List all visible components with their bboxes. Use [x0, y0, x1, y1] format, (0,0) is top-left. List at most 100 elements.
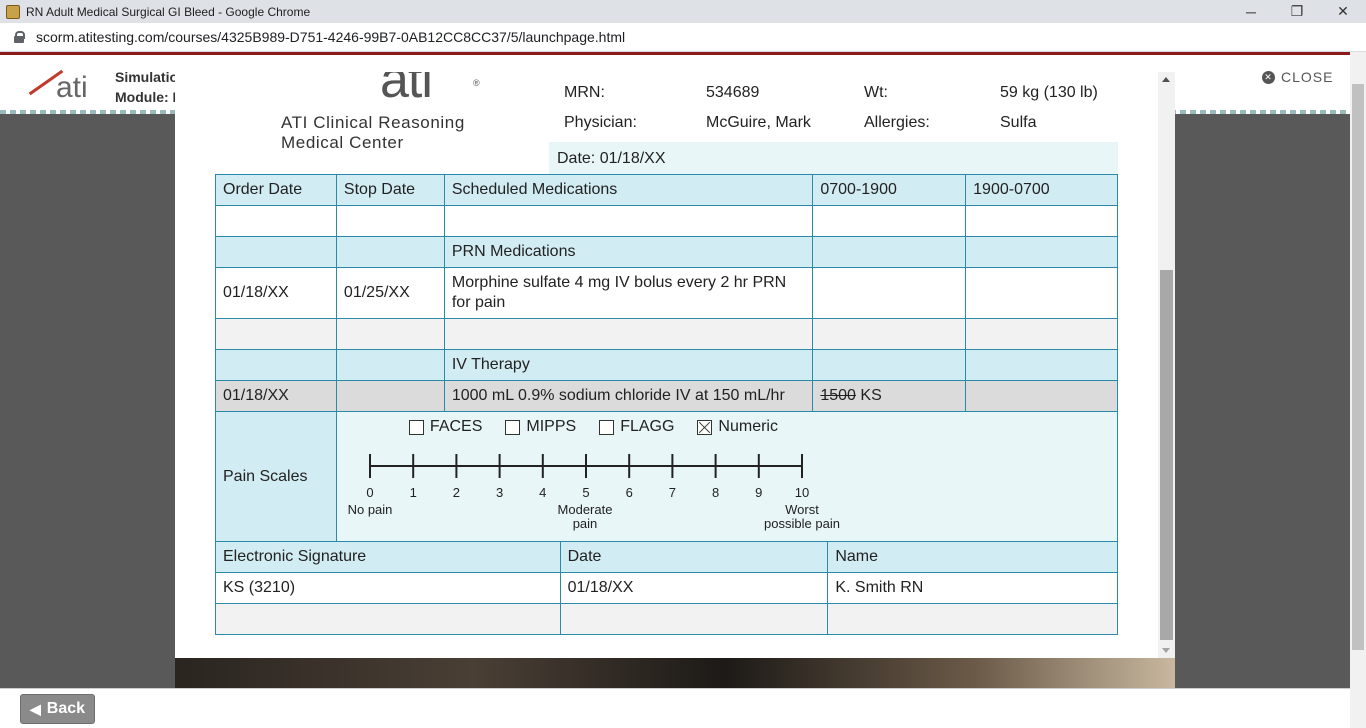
scale-tick-label: 9 [755, 485, 762, 500]
restore-button[interactable]: ❐ [1274, 0, 1320, 23]
scale-tick-label: 2 [453, 485, 460, 500]
mar-table: Order Date Stop Date Scheduled Medicatio… [215, 174, 1119, 543]
table-row [215, 603, 1118, 635]
anchor-no-pain: No pain [348, 502, 393, 517]
scale-option-flagg[interactable]: FLAGG [599, 418, 674, 436]
window-title: RN Adult Medical Surgical GI Bleed - Goo… [26, 4, 311, 19]
modal-scroll-thumb[interactable] [1160, 270, 1173, 640]
mrn-label: MRN: [564, 84, 605, 101]
sig-header-date: Date [559, 541, 829, 573]
sig-initials: KS (3210) [215, 572, 561, 604]
anchor-possible-pain: possible pain [764, 516, 840, 531]
physician-value: McGuire, Mark [706, 114, 811, 131]
scale-tick-label: 10 [795, 485, 809, 500]
ati-logo: ati [22, 65, 94, 109]
scale-tick-label: 8 [712, 485, 719, 500]
back-label: Back [46, 700, 86, 717]
site-favicon-icon [6, 4, 20, 19]
sig-date: 01/18/XX [559, 572, 829, 604]
scale-tick-label: 7 [669, 485, 676, 500]
address-bar[interactable]: scorm.atitesting.com/courses/4325B989-D7… [0, 23, 1366, 52]
allergies-value: Sulfa [1000, 114, 1037, 131]
url-text[interactable]: scorm.atitesting.com/courses/4325B989-D7… [36, 29, 625, 45]
prn-stop-date: 01/25/XX [335, 267, 445, 319]
scale-tick-label: 0 [366, 485, 373, 500]
signature-header-row: Electronic Signature Date Name [215, 541, 1118, 573]
table-row [215, 205, 1118, 237]
flagg-checkbox[interactable] [599, 419, 615, 435]
prn-order-date: 01/18/XX [215, 267, 337, 319]
iv-therapy: 1000 mL 0.9% sodium chloride IV at 150 m… [443, 380, 814, 412]
simulation-label: Simulatio [115, 69, 179, 85]
lock-icon [14, 31, 25, 43]
scale-option-mipps[interactable]: MIPPS [505, 418, 576, 436]
anchor-worst: Worst [785, 502, 819, 517]
close-label: CLOSE [1281, 69, 1334, 85]
scale-option-numeric[interactable]: Numeric [697, 418, 778, 436]
mar-modal: ati ® ATI Clinical Reasoning Medical Cen… [175, 72, 1175, 658]
faces-checkbox[interactable] [408, 419, 424, 435]
sig-name: K. Smith RN [827, 572, 1118, 604]
modal-scrollbar[interactable] [1158, 72, 1175, 658]
close-button[interactable]: ✕ CLOSE [1262, 69, 1333, 85]
table-header-row: Order Date Stop Date Scheduled Medicatio… [215, 174, 1118, 206]
iv-heading: IV Therapy [443, 349, 814, 381]
browser-titlebar: RN Adult Medical Surgical GI Bleed - Goo… [0, 0, 1366, 23]
table-row: 01/18/XX 1000 mL 0.9% sodium chloride IV… [215, 380, 1118, 412]
minimize-button[interactable]: ─ [1228, 0, 1274, 23]
prn-medication: Morphine sulfate 4 mg IV bolus every 2 h… [443, 267, 814, 319]
page-scroll-thumb[interactable] [1352, 84, 1364, 650]
iv-administration: 1500 KS [812, 380, 967, 412]
scale-tick-label: 5 [582, 485, 589, 500]
iv-initials: KS [860, 387, 882, 404]
signature-table: Electronic Signature Date Name KS (3210)… [215, 541, 1118, 635]
numeric-pain-scale: 0 1 2 3 4 5 6 7 8 9 10 No pain Moderate pain Worst… [348, 454, 840, 531]
center-name: ATI Clinical Reasoning Medical Center [281, 113, 465, 152]
iv-order-date: 01/18/XX [215, 380, 337, 412]
scale-tick-label: 1 [410, 485, 417, 500]
physician-label: Physician: [564, 114, 637, 131]
prn-heading-row: PRN Medications [215, 236, 1118, 268]
patient-info: MRN: 534689 Wt: 59 kg (130 lb) Physician… [549, 72, 1118, 142]
allergies-label: Allergies: [864, 114, 930, 131]
header-scheduled-medications: Scheduled Medications [443, 174, 814, 206]
numeric-checkbox[interactable] [697, 419, 713, 435]
pain-scales-label: Pain Scales [215, 411, 337, 543]
header-day-shift: 0700-1900 [812, 174, 967, 206]
mipps-checkbox[interactable] [505, 419, 521, 435]
table-row [215, 318, 1118, 350]
mrn-value: 534689 [706, 84, 760, 101]
prn-heading: PRN Medications [443, 236, 814, 268]
close-icon: ✕ [1262, 70, 1275, 84]
scale-option-faces[interactable]: FACES [408, 418, 482, 436]
wt-value: 59 kg (130 lb) [1000, 84, 1098, 101]
scale-tick-label: 4 [539, 485, 546, 500]
sig-header-signature: Electronic Signature [215, 541, 561, 573]
scale-tick-label: 6 [626, 485, 633, 500]
iv-heading-row: IV Therapy [215, 349, 1118, 381]
anchor-pain: pain [573, 516, 598, 531]
sig-header-name: Name [827, 541, 1118, 573]
scroll-down-icon[interactable] [1162, 648, 1170, 653]
header-night-shift: 1900-0700 [965, 174, 1118, 206]
pain-scales-row: Pain Scales FACES MIPPS FLAGG Numeric 0 … [215, 411, 1119, 543]
anchor-moderate: Moderate [557, 502, 612, 517]
header-order-date: Order Date [215, 174, 337, 206]
scroll-up-icon[interactable] [1162, 77, 1170, 82]
scale-tick-label: 3 [496, 485, 503, 500]
pain-scales-cell: FACES MIPPS FLAGG Numeric 0 1 2 3 4 5 6 … [335, 411, 1119, 543]
bottom-bar: ◀ Back [0, 688, 1350, 728]
chevron-left-icon: ◀ [29, 700, 41, 717]
back-button[interactable]: ◀ Back [20, 694, 95, 724]
page-scrollbar[interactable] [1350, 52, 1366, 728]
wt-label: Wt: [864, 84, 888, 101]
table-row: 01/18/XX 01/25/XX Morphine sulfate 4 mg … [215, 267, 1118, 319]
window-close-button[interactable]: ✕ [1320, 0, 1366, 23]
ati-center-logo: ati ® [280, 72, 480, 109]
table-row: KS (3210) 01/18/XX K. Smith RN [215, 572, 1118, 604]
header-stop-date: Stop Date [335, 174, 445, 206]
module-label: Module: I [115, 89, 177, 105]
mar-date: Date: 01/18/XX [549, 142, 1118, 174]
background-photo [175, 656, 1175, 688]
pain-scale-options: FACES MIPPS FLAGG Numeric [408, 418, 801, 436]
